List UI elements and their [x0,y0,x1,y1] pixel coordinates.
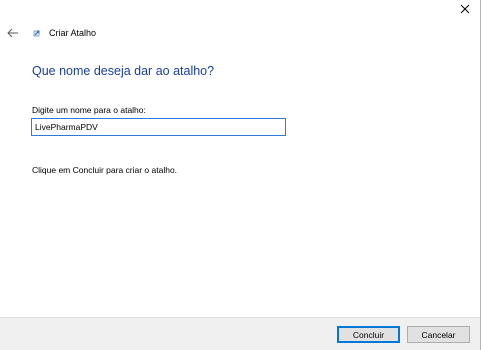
shortcut-name-label: Digite um nome para o atalho: [32,105,146,115]
finish-button[interactable]: Concluir [337,326,400,343]
finish-instruction-text: Clique em Concluir para criar o atalho. [32,165,178,175]
back-button[interactable] [6,26,20,40]
shortcut-name-input[interactable] [31,118,286,136]
page-heading: Que nome deseja dar ao atalho? [32,64,215,78]
close-button[interactable] [450,0,480,18]
wizard-header: Criar Atalho [6,24,96,42]
shortcut-wizard-icon [32,28,42,38]
back-arrow-icon [7,28,18,38]
cancel-button[interactable]: Cancelar [407,326,470,343]
create-shortcut-wizard-window: Criar Atalho Que nome deseja dar ao atal… [0,0,481,350]
wizard-title: Criar Atalho [49,28,97,38]
close-icon [460,4,470,14]
wizard-footer: Concluir Cancelar [0,317,480,350]
